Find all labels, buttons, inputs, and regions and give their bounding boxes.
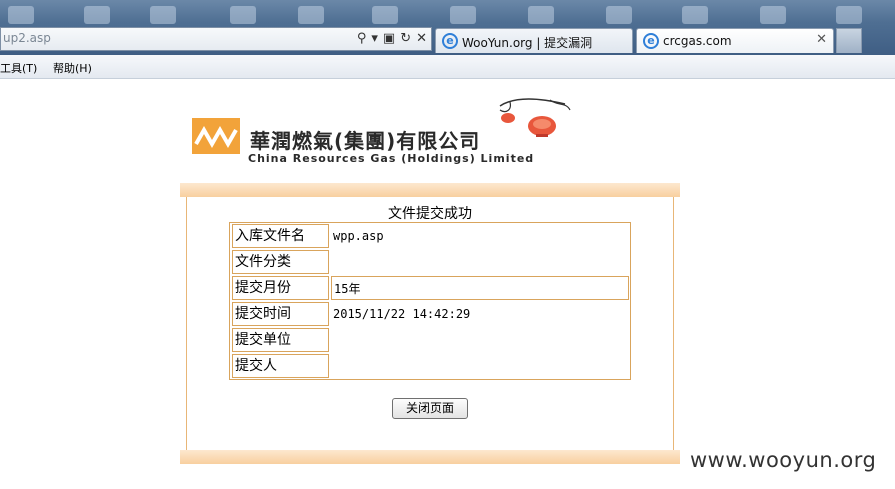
dropdown-icon[interactable]: ▾ (371, 31, 378, 46)
row-label: 提交时间 (232, 302, 329, 326)
table-row: 入库文件名 wpp.asp (230, 223, 630, 249)
row-value (331, 354, 629, 378)
row-label: 提交人 (232, 354, 329, 378)
tab-wooyun[interactable]: e WooYun.org | 提交漏洞 (435, 28, 633, 53)
ie-icon: e (442, 33, 458, 49)
table-row: 提交人 (230, 353, 630, 379)
row-value (331, 250, 629, 274)
tab-crcgas[interactable]: e crcgas.com ✕ (636, 28, 834, 53)
panel-header-band (180, 183, 680, 197)
new-tab-button[interactable] (836, 28, 862, 53)
row-label: 文件分类 (232, 250, 329, 274)
close-page-button[interactable]: 关闭页面 (392, 398, 468, 419)
lantern-decoration-icon (499, 98, 571, 137)
compat-view-icon[interactable]: ▣ (383, 31, 395, 46)
refresh-icon[interactable]: ↻ (400, 31, 411, 46)
taskbar-background (0, 0, 895, 26)
address-bar[interactable]: up2.asp ⚲ ▾ ▣ ↻ ✕ (0, 27, 432, 51)
row-label: 提交单位 (232, 328, 329, 352)
address-text: up2.asp (3, 31, 51, 45)
row-label: 入库文件名 (232, 224, 329, 248)
search-icon[interactable]: ⚲ (357, 31, 367, 46)
browser-chrome: up2.asp ⚲ ▾ ▣ ↻ ✕ e WooYun.org | 提交漏洞 e … (0, 0, 895, 55)
tab-title: WooYun.org | 提交漏洞 (462, 36, 593, 50)
table-row: 文件分类 (230, 249, 630, 275)
table-row: 提交单位 (230, 327, 630, 353)
close-tab-icon[interactable]: ✕ (816, 32, 827, 47)
row-label: 提交月份 (232, 276, 329, 300)
company-logo-mark (192, 118, 240, 154)
table-row: 提交时间 2015/11/22 14:42:29 (230, 301, 630, 327)
row-value (331, 328, 629, 352)
company-name-cn: 華潤燃氣(集團)有限公司 (250, 129, 481, 153)
company-name-en: China Resources Gas (Holdings) Limited (248, 152, 535, 165)
table-row: 提交月份 15年 (230, 275, 630, 301)
panel-footer-band (180, 450, 680, 464)
menu-tools[interactable]: 工具(T) (0, 60, 37, 76)
menu-bar: 工具(T) 帮助(H) (0, 55, 895, 79)
watermark-text: www.wooyun.org (690, 448, 877, 472)
row-value: 2015/11/22 14:42:29 (333, 307, 471, 321)
row-value: 15年 (331, 276, 629, 300)
stop-icon[interactable]: ✕ (416, 31, 427, 46)
tab-title: crcgas.com (663, 34, 732, 48)
form-title: 文件提交成功 (388, 206, 472, 222)
row-value: wpp.asp (333, 229, 384, 243)
address-bar-icons: ⚲ ▾ ▣ ↻ ✕ (357, 31, 427, 46)
ie-icon: e (643, 33, 659, 49)
menu-help[interactable]: 帮助(H) (53, 60, 92, 76)
submission-info-table: 入库文件名 wpp.asp 文件分类 提交月份 15年 提交时间 2015/11… (229, 222, 631, 380)
